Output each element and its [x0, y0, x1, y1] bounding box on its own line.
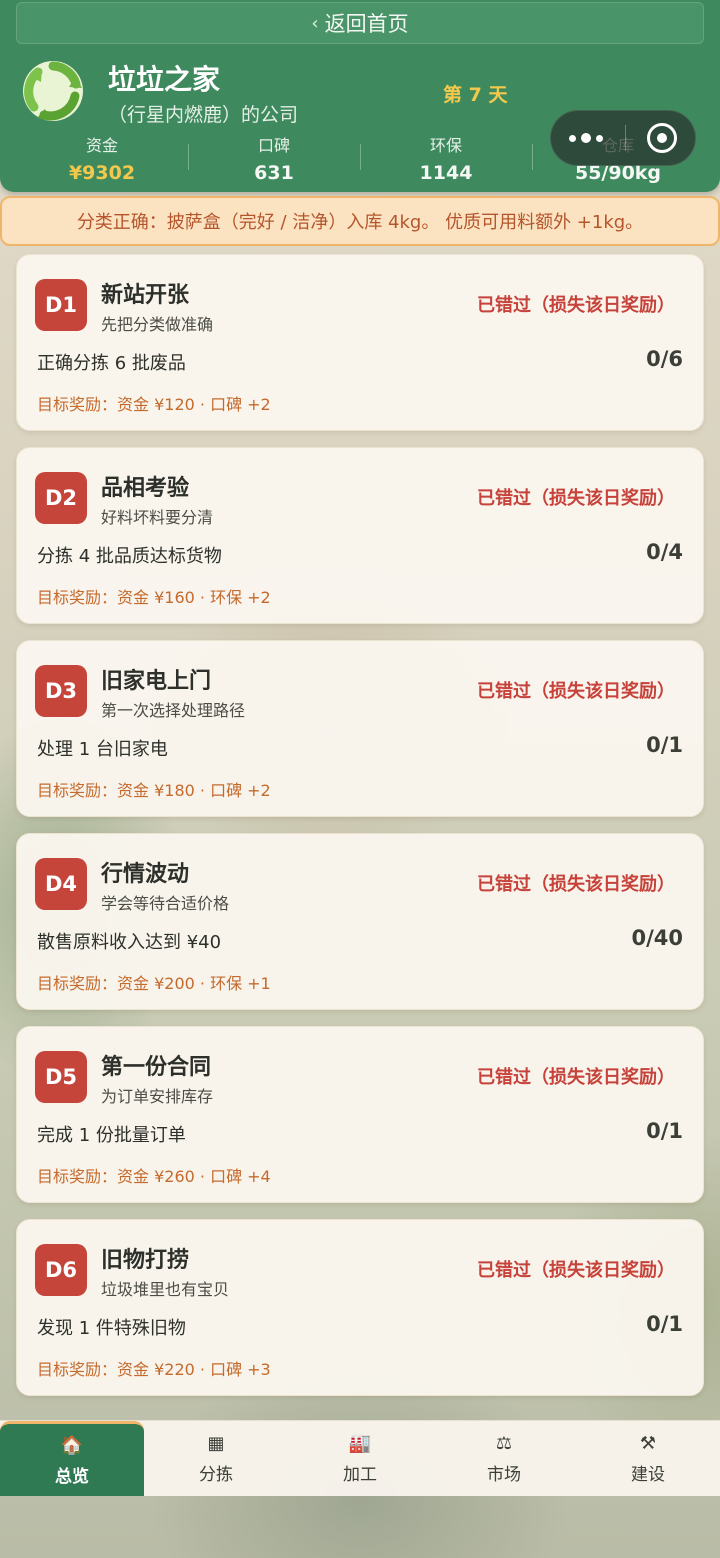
capsule-divider — [624, 125, 626, 151]
company-owner: （行星内燃鹿）的公司 — [108, 104, 299, 126]
tools-icon: ⚒ — [639, 1433, 657, 1454]
company-name: 垃垃之家 — [108, 63, 221, 96]
goal-task: 完成 1 份批量订单 — [37, 1125, 186, 1146]
goal-progress: 0/1 — [646, 1119, 683, 1143]
stat-eco: 环保 1144 — [360, 130, 532, 184]
goal-card-d6[interactable]: D6 旧物打捞 垃圾堆里也有宝贝 已错过（损失该日奖励） 发现 1 件特殊旧物 … — [16, 1219, 704, 1396]
goal-title: 旧家电上门 — [101, 669, 212, 694]
stat-label: 口碑 — [257, 136, 290, 155]
tab-label: 市场 — [487, 1465, 521, 1485]
goal-progress: 0/1 — [646, 733, 683, 757]
stat-label: 环保 — [429, 136, 462, 155]
day-badge: D5 — [35, 1051, 87, 1103]
goal-task: 处理 1 台旧家电 — [37, 739, 168, 760]
goal-task: 正确分拣 6 批废品 — [37, 353, 186, 374]
bottom-tab-bar: 🏠 总览 ▦ 分拣 🏭 加工 ⚖ 市场 ⚒ 建设 — [0, 1420, 720, 1496]
recycle-logo-icon — [23, 61, 83, 121]
goal-progress: 0/4 — [646, 540, 683, 564]
goal-reward: 目标奖励：资金 ¥260 · 口碑 +4 — [37, 1167, 271, 1186]
day-badge: D3 — [35, 665, 87, 717]
day-badge: D4 — [35, 858, 87, 910]
tab-sorting[interactable]: ▦ 分拣 — [144, 1421, 288, 1496]
goal-task: 散售原料收入达到 ¥40 — [37, 932, 222, 953]
goal-reward: 目标奖励：资金 ¥220 · 口碑 +3 — [37, 1360, 271, 1379]
stat-funds: 资金 ¥9302 — [16, 130, 188, 184]
goal-task: 发现 1 件特殊旧物 — [37, 1318, 186, 1339]
factory-icon: 🏭 — [348, 1433, 372, 1454]
tab-label: 总览 — [55, 1466, 89, 1487]
app-header: ‹ 返回首页 垃垃之家 （行星内燃鹿）的公司 第 7 天 资金 ¥9302 口碑… — [0, 0, 720, 192]
goal-reward: 目标奖励：资金 ¥120 · 口碑 +2 — [37, 395, 271, 414]
goal-subtitle: 第一次选择处理路径 — [101, 701, 246, 720]
goal-progress: 0/6 — [646, 347, 683, 371]
sort-result-notice: 分类正确：披萨盒（完好 / 洁净）入库 4kg。 优质可用料额外 +1kg。 — [0, 196, 720, 246]
house-icon: 🏠 — [60, 1434, 84, 1456]
tab-market[interactable]: ⚖ 市场 — [432, 1421, 576, 1496]
more-menu-icon[interactable] — [569, 133, 603, 143]
stat-value: ¥9302 — [68, 162, 136, 184]
goal-status: 已错过（损失该日奖励） — [477, 488, 675, 509]
back-home-button[interactable]: ‹ 返回首页 — [16, 2, 704, 44]
goal-status: 已错过（损失该日奖励） — [477, 874, 675, 895]
back-home-label: 返回首页 — [324, 12, 409, 36]
goal-subtitle: 先把分类做准确 — [101, 315, 214, 334]
goal-subtitle: 学会等待合适价格 — [101, 894, 230, 913]
goal-subtitle: 为订单安排库存 — [101, 1087, 214, 1106]
goal-card-d2[interactable]: D2 品相考验 好料坏料要分清 已错过（损失该日奖励） 分拣 4 批品质达标货物… — [16, 447, 704, 624]
goal-card-d4[interactable]: D4 行情波动 学会等待合适价格 已错过（损失该日奖励） 散售原料收入达到 ¥4… — [16, 833, 704, 1010]
tab-label: 分拣 — [199, 1465, 233, 1485]
goal-title: 旧物打捞 — [101, 1248, 190, 1273]
day-badge: D2 — [35, 472, 87, 524]
day-counter: 第 7 天 — [443, 84, 508, 106]
goal-title: 第一份合同 — [101, 1055, 212, 1080]
tab-processing[interactable]: 🏭 加工 — [288, 1421, 432, 1496]
goal-card-d1[interactable]: D1 新站开张 先把分类做准确 已错过（损失该日奖励） 正确分拣 6 批废品 0… — [16, 254, 704, 431]
goal-progress: 0/1 — [646, 1312, 683, 1336]
stat-value: 631 — [254, 162, 294, 184]
chevron-left-icon: ‹ — [311, 12, 319, 34]
day-badge: D6 — [35, 1244, 87, 1296]
miniprogram-capsule — [550, 110, 696, 166]
tab-build[interactable]: ⚒ 建设 — [576, 1421, 720, 1496]
bins-icon: ▦ — [207, 1433, 225, 1454]
goal-task: 分拣 4 批品质达标货物 — [37, 546, 222, 567]
goal-subtitle: 好料坏料要分清 — [101, 508, 214, 527]
stat-reputation: 口碑 631 — [188, 130, 360, 184]
goal-subtitle: 垃圾堆里也有宝贝 — [101, 1280, 230, 1299]
tab-overview[interactable]: 🏠 总览 — [0, 1421, 144, 1496]
goal-status: 已错过（损失该日奖励） — [477, 1260, 675, 1281]
goal-title: 新站开张 — [101, 283, 190, 308]
stat-label: 资金 — [85, 136, 118, 155]
stat-value: 1144 — [419, 162, 473, 184]
goal-status: 已错过（损失该日奖励） — [477, 681, 675, 702]
tab-label: 加工 — [343, 1465, 377, 1485]
goal-status: 已错过（损失该日奖励） — [477, 1067, 675, 1088]
scale-icon: ⚖ — [495, 1433, 513, 1454]
day-badge: D1 — [35, 279, 87, 331]
goal-reward: 目标奖励：资金 ¥160 · 环保 +2 — [37, 588, 271, 607]
tab-label: 建设 — [631, 1465, 665, 1485]
goal-title: 品相考验 — [101, 476, 190, 501]
goal-title: 行情波动 — [101, 862, 190, 887]
goal-reward: 目标奖励：资金 ¥180 · 口碑 +2 — [37, 781, 271, 800]
goal-card-d3[interactable]: D3 旧家电上门 第一次选择处理路径 已错过（损失该日奖励） 处理 1 台旧家电… — [16, 640, 704, 817]
goal-progress: 0/40 — [631, 926, 683, 950]
goal-reward: 目标奖励：资金 ¥200 · 环保 +1 — [37, 974, 271, 993]
goal-status: 已错过（损失该日奖励） — [477, 295, 675, 316]
goal-card-d5[interactable]: D5 第一份合同 为订单安排库存 已错过（损失该日奖励） 完成 1 份批量订单 … — [16, 1026, 704, 1203]
close-target-icon[interactable] — [647, 123, 677, 153]
